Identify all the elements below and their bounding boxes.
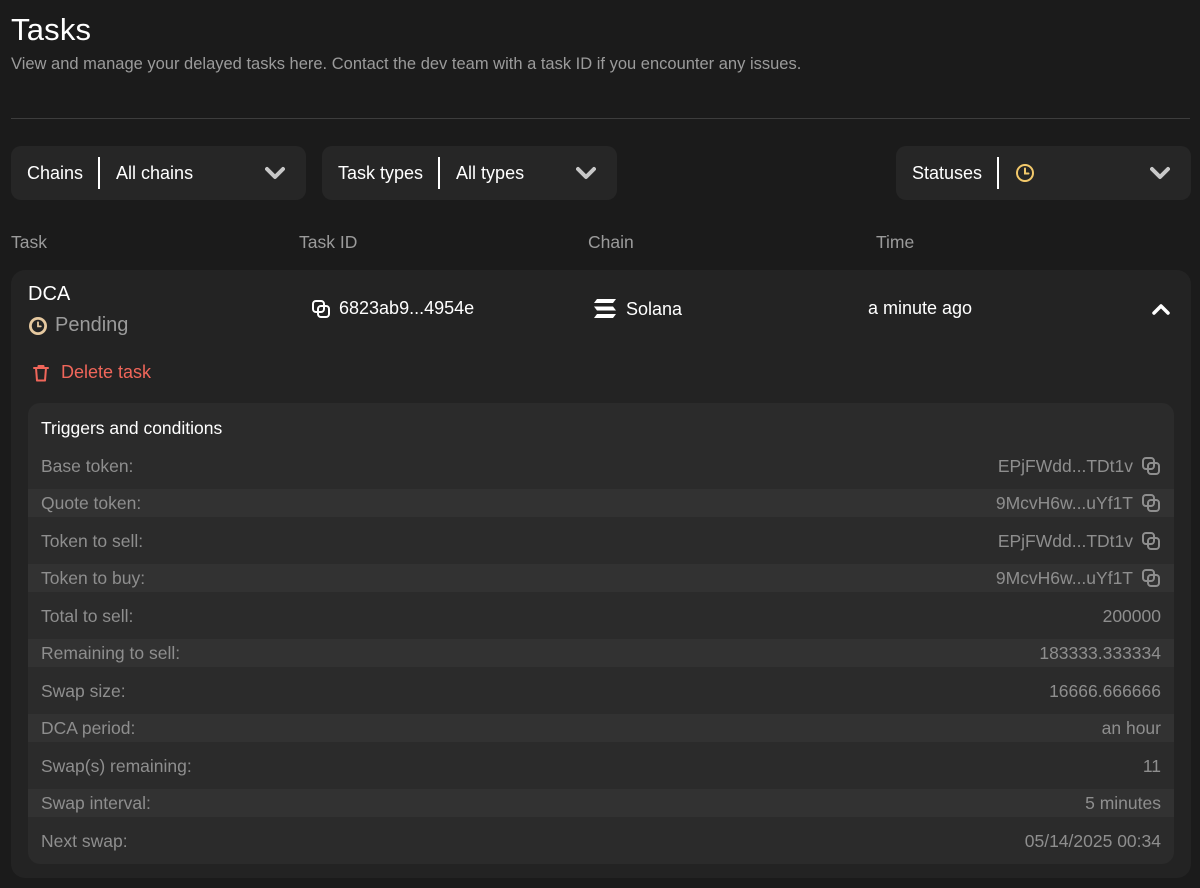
clock-icon [28, 316, 48, 336]
trigger-row: Remaining to sell: 183333.333334 [28, 639, 1174, 667]
copy-icon[interactable] [1141, 456, 1161, 476]
tasks-page: Tasks View and manage your delayed tasks… [0, 0, 1200, 888]
chains-filter-label: Chains [27, 162, 84, 183]
triggers-title: Triggers and conditions [41, 418, 223, 438]
trigger-label: Token to buy: [41, 567, 146, 588]
delete-task-button[interactable]: Delete task [31, 362, 151, 383]
trigger-value: an hour [1101, 717, 1161, 738]
chevron-down-icon [575, 162, 597, 184]
trigger-row: Base token: EPjFWdd...TDt1v [28, 452, 1174, 480]
trigger-value-text: EPjFWdd...TDt1v [997, 455, 1133, 476]
page-title: Tasks [11, 12, 92, 47]
copy-icon[interactable] [1141, 531, 1161, 551]
trigger-value-text: 9McvH6w...uYf1T [995, 492, 1133, 513]
trigger-value: 9McvH6w...uYf1T [996, 568, 1161, 589]
task-time: a minute ago [868, 298, 973, 318]
task-types-filter-value: All types [456, 162, 525, 183]
trigger-row: Swap interval: 5 minutes [28, 789, 1174, 817]
page-subtitle: View and manage your delayed tasks here.… [11, 55, 802, 73]
statuses-filter-value [999, 163, 1149, 183]
trigger-value-text: 9McvH6w...uYf1T [995, 567, 1133, 588]
statuses-filter-label: Statuses [912, 162, 983, 183]
task-name: DCA [28, 283, 71, 305]
task-types-filter-dropdown[interactable]: Task types All types [322, 146, 617, 200]
header-divider [11, 118, 1190, 119]
delete-task-label: Delete task [61, 362, 152, 382]
trigger-label: Total to sell: [41, 605, 134, 626]
trigger-value: 16666.666666 [1049, 680, 1161, 701]
task-status: Pending [28, 314, 128, 337]
trigger-row: Token to sell: EPjFWdd...TDt1v [28, 527, 1174, 555]
trigger-label: Base token: [41, 455, 134, 476]
trigger-value: EPjFWdd...TDt1v [998, 531, 1161, 552]
copy-icon [311, 299, 331, 319]
trigger-row: Quote token: 9McvH6w...uYf1T [28, 489, 1174, 517]
trigger-label: Remaining to sell: [41, 642, 181, 663]
chevron-up-icon [1152, 303, 1170, 315]
trigger-value: 5 minutes [1085, 792, 1161, 813]
clock-icon [1015, 163, 1035, 183]
column-header-chain: Chain [588, 232, 634, 252]
copy-icon[interactable] [1141, 493, 1161, 513]
trigger-label: Token to sell: [41, 530, 144, 551]
chains-filter-value: All chains [116, 162, 194, 183]
copy-icon[interactable] [1141, 568, 1161, 588]
collapse-button[interactable] [1151, 300, 1171, 318]
trigger-row: DCA period: an hour [28, 714, 1174, 742]
trigger-value: 9McvH6w...uYf1T [996, 493, 1161, 514]
trigger-label: DCA period: [41, 717, 136, 738]
task-id-copy[interactable]: 6823ab9...4954e [311, 298, 474, 319]
chevron-down-icon [264, 162, 286, 184]
trigger-label: Swap interval: [41, 792, 151, 813]
trigger-row: Swap(s) remaining: 11 [28, 752, 1174, 780]
triggers-panel: Triggers and conditions Base token: EPjF… [28, 403, 1174, 864]
chains-filter-dropdown[interactable]: Chains All chains [11, 146, 306, 200]
trigger-label: Swap size: [41, 680, 126, 701]
trigger-value: 183333.333334 [1039, 642, 1161, 663]
chevron-down-icon [1149, 162, 1171, 184]
column-header-time: Time [876, 232, 915, 252]
task-chain-name: Solana [626, 298, 683, 319]
column-header-task-id: Task ID [299, 232, 358, 252]
task-types-filter-label: Task types [338, 162, 424, 183]
solana-logo-icon [592, 298, 618, 320]
trigger-row: Swap size: 16666.666666 [28, 677, 1174, 705]
task-status-label: Pending [55, 314, 129, 336]
trigger-row: Token to buy: 9McvH6w...uYf1T [28, 564, 1174, 592]
trigger-row: Next swap: 05/14/2025 00:34 [28, 827, 1174, 855]
trigger-label: Quote token: [41, 492, 142, 513]
trigger-label: Next swap: [41, 830, 128, 851]
statuses-filter-dropdown[interactable]: Statuses [896, 146, 1191, 200]
column-header-task: Task [11, 232, 47, 252]
trigger-value-text: EPjFWdd...TDt1v [997, 530, 1133, 551]
trigger-row: Total to sell: 200000 [28, 602, 1174, 630]
trash-icon [31, 363, 51, 383]
trigger-value: 200000 [1102, 605, 1161, 626]
trigger-label: Swap(s) remaining: [41, 755, 192, 776]
task-chain: Solana [592, 298, 682, 320]
trigger-value: EPjFWdd...TDt1v [998, 456, 1161, 477]
task-id-value: 6823ab9...4954e [339, 298, 475, 318]
trigger-value: 11 [1142, 755, 1161, 776]
trigger-value: 05/14/2025 00:34 [1024, 830, 1161, 851]
task-row-expanded: DCA Pending 6823ab9...4954e Solana a min… [11, 270, 1191, 878]
